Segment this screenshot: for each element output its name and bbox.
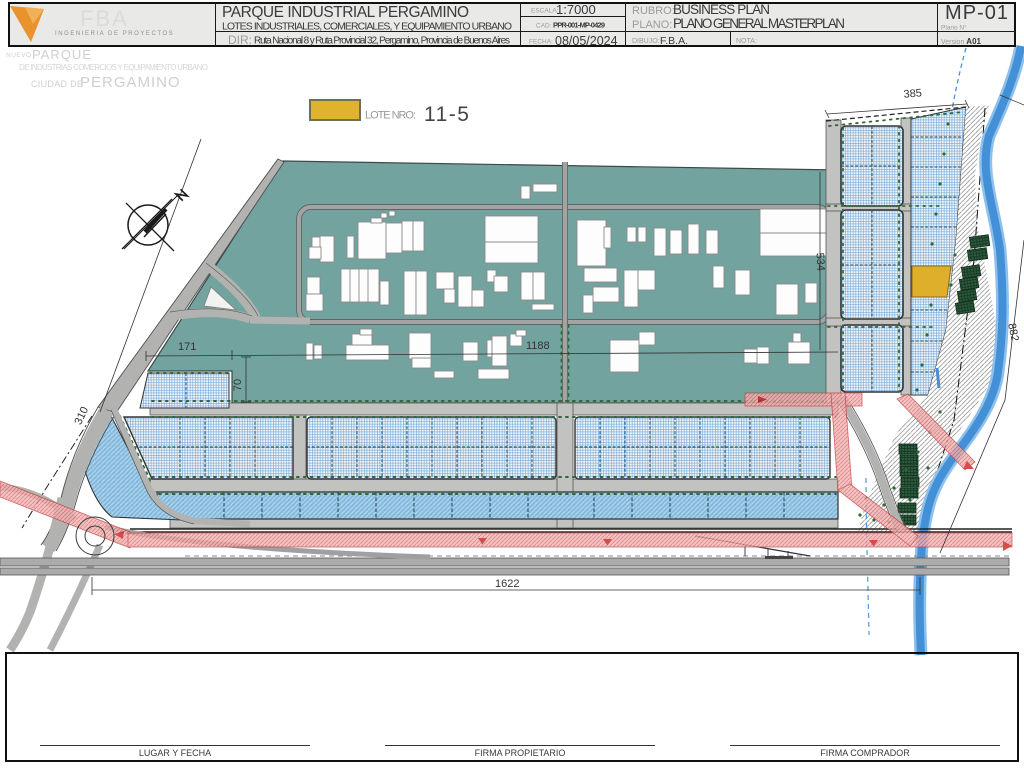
svg-text:INGENIERIA DE PROYECTOS: INGENIERIA DE PROYECTOS [55, 31, 174, 37]
svg-text:FBA: FBA [80, 6, 129, 31]
svg-text:CIUDAD DE: CIUDAD DE [31, 79, 83, 89]
svg-text:CAD:: CAD: [536, 23, 552, 30]
svg-text:PARQUE: PARQUE [32, 47, 92, 62]
svg-text:PPR-001-MP-0429: PPR-001-MP-0429 [553, 21, 605, 30]
svg-text:DIR:: DIR: [228, 33, 252, 47]
svg-text:NUEVO: NUEVO [6, 52, 32, 59]
svg-text:LOTE NRO:: LOTE NRO: [365, 110, 416, 122]
svg-text:08/05/2024: 08/05/2024 [555, 34, 618, 48]
svg-text:11-5: 11-5 [424, 103, 470, 126]
svg-text:Plano N°: Plano N° [941, 24, 967, 32]
svg-text:Ruta Nacional 8 y Ruta Provinc: Ruta Nacional 8 y Ruta Provincial 32, Pe… [254, 36, 510, 47]
svg-text:1622: 1622 [495, 578, 519, 590]
svg-text:310: 310 [72, 405, 91, 427]
svg-text:PERGAMINO: PERGAMINO [80, 74, 181, 91]
svg-text:NOTA:: NOTA: [736, 38, 757, 45]
svg-text:PARQUE INDUSTRIAL PERGAMINO: PARQUE INDUSTRIAL PERGAMINO [222, 4, 469, 21]
svg-text:BUSINESS PLAN: BUSINESS PLAN [673, 2, 770, 17]
svg-text:ESCALA:: ESCALA: [531, 8, 559, 15]
svg-text:DIBUJO:: DIBUJO: [632, 38, 660, 45]
svg-text:FECHA:: FECHA: [529, 39, 553, 46]
svg-text:Version A01: Version A01 [941, 37, 982, 46]
svg-text:PLANO GENERAL MASTERPLAN: PLANO GENERAL MASTERPLAN [673, 16, 845, 31]
svg-text:LOTES INDUSTRIALES, COMERCIALE: LOTES INDUSTRIALES, COMERCIALES, Y EQUIP… [222, 21, 512, 33]
svg-text:171: 171 [178, 341, 196, 353]
svg-text:DE INDUSTRIAS COMERCIOS Y EQUI: DE INDUSTRIAS COMERCIOS Y EQUIPAMIENTO U… [19, 63, 208, 72]
svg-text:PLANO:: PLANO: [632, 19, 672, 31]
svg-text:534: 534 [814, 252, 827, 271]
svg-text:70: 70 [232, 379, 244, 391]
svg-text:F.B.A.: F.B.A. [660, 35, 688, 47]
svg-text:MP-01: MP-01 [945, 2, 1009, 24]
svg-text:RUBRO:: RUBRO: [632, 5, 675, 17]
svg-text:1188: 1188 [526, 340, 550, 352]
svg-text:1:7000: 1:7000 [556, 2, 596, 17]
